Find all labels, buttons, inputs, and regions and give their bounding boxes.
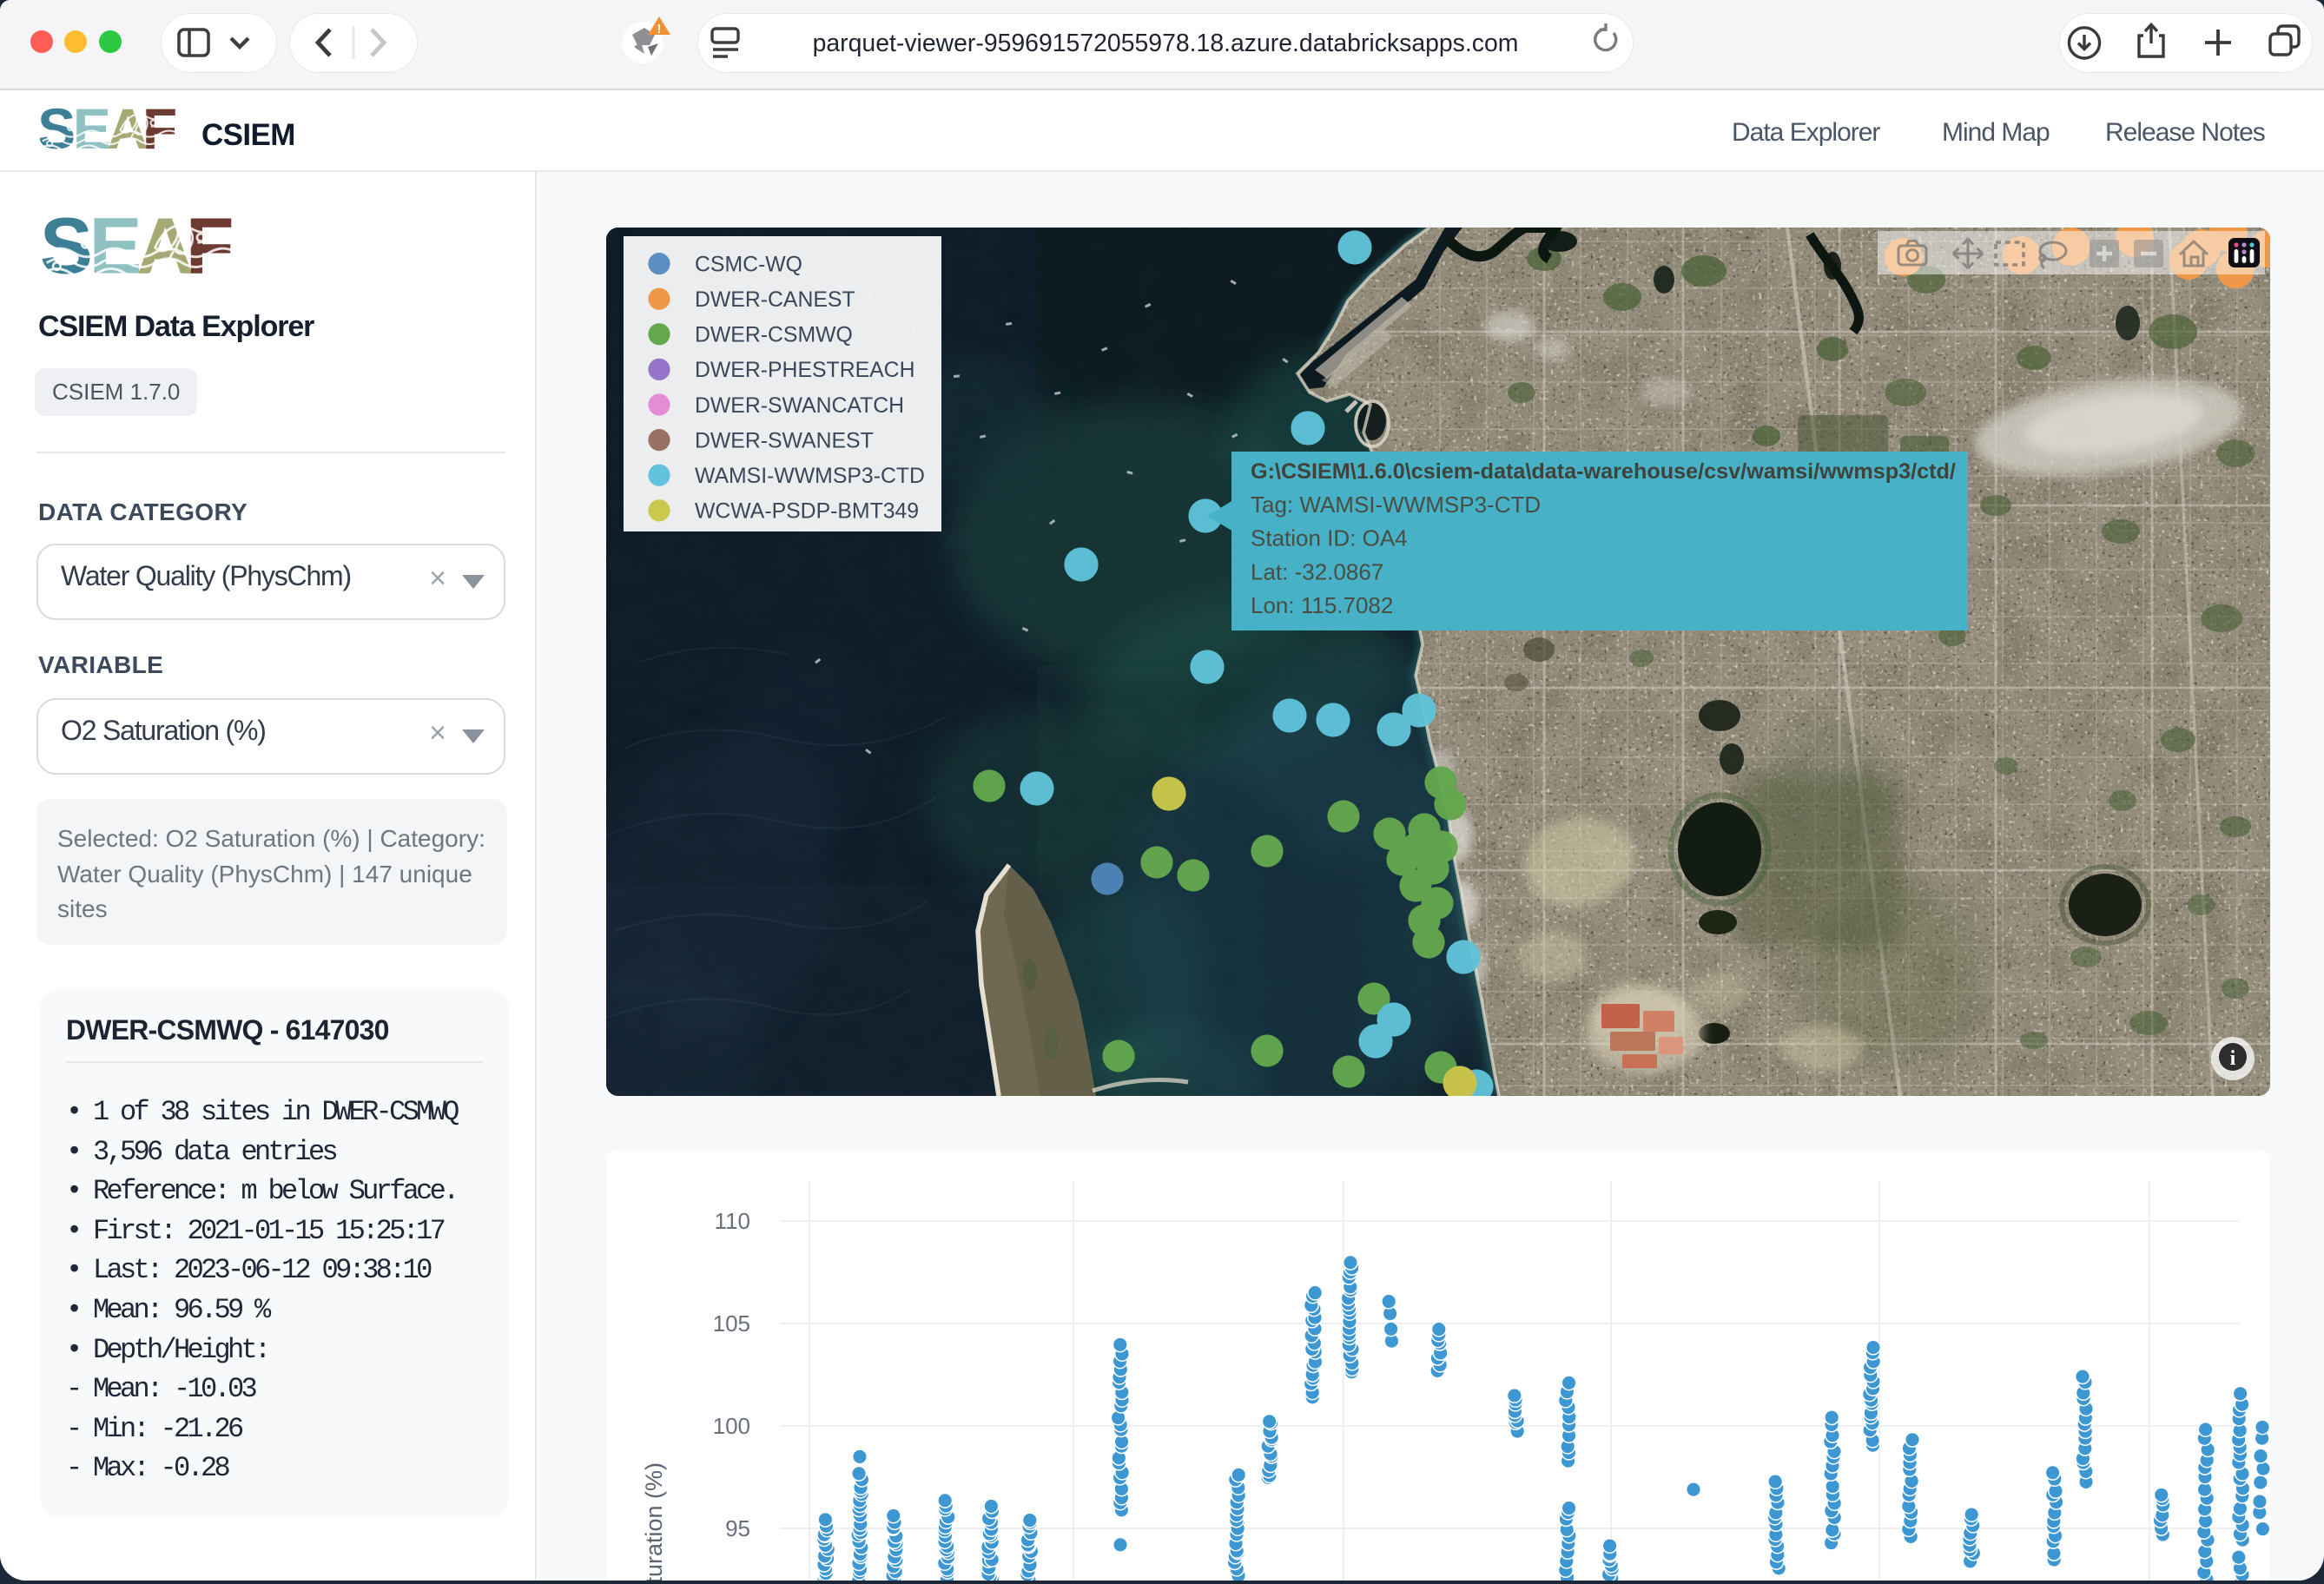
svg-text:!: ! xyxy=(657,22,662,36)
svg-text:Lat: -32.0867: Lat: -32.0867 xyxy=(1251,558,1383,584)
svg-text:O2 Saturation (%): O2 Saturation (%) xyxy=(641,1462,667,1581)
svg-text:110: 110 xyxy=(715,1208,750,1234)
svg-text:WAMSI-WWMSP3-CTD: WAMSI-WWMSP3-CTD xyxy=(695,465,925,488)
svg-text:DWER-SWANEST: DWER-SWANEST xyxy=(695,429,874,452)
svg-text:G:\CSIEM\1.6.0\csiem-data\data: G:\CSIEM\1.6.0\csiem-data\data-warehouse… xyxy=(1251,459,1956,484)
svg-text:CSMC-WQ: CSMC-WQ xyxy=(695,253,802,276)
svg-text:Tag: WAMSI-WWMSP3-CTD: Tag: WAMSI-WWMSP3-CTD xyxy=(1251,492,1541,518)
svg-text:DWER-CANEST: DWER-CANEST xyxy=(695,288,855,312)
svg-text:DWER-CSMWQ: DWER-CSMWQ xyxy=(695,324,853,347)
svg-text:WCWA-PSDP-BMT349: WCWA-PSDP-BMT349 xyxy=(695,500,919,524)
svg-text:DWER-SWANCATCH: DWER-SWANCATCH xyxy=(695,394,904,418)
svg-text:F: F xyxy=(186,215,232,285)
svg-text:Station ID: OA4: Station ID: OA4 xyxy=(1251,525,1408,551)
svg-text:105: 105 xyxy=(713,1310,750,1336)
svg-text:95: 95 xyxy=(725,1515,750,1541)
svg-text:DWER-PHESTREACH: DWER-PHESTREACH xyxy=(695,359,915,382)
svg-text:i: i xyxy=(2230,1047,2236,1070)
svg-text:Lon: 115.7082: Lon: 115.7082 xyxy=(1251,592,1393,618)
svg-text:100: 100 xyxy=(713,1413,750,1439)
svg-text:F: F xyxy=(142,107,175,157)
